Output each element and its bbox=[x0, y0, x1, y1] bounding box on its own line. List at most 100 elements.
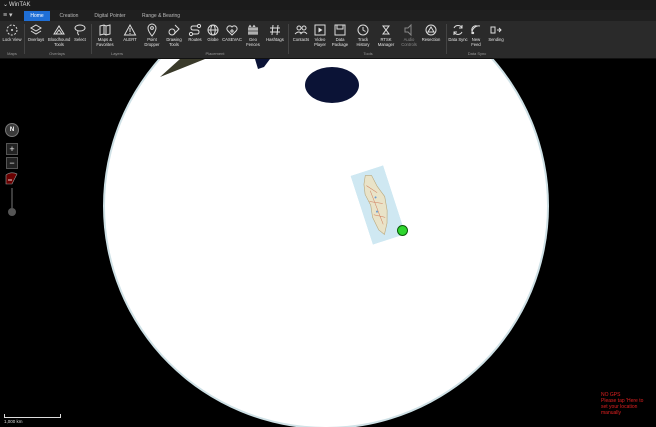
bloodhound-label: Bloodhound Tools bbox=[48, 37, 71, 47]
maps-favorites-button[interactable]: Maps & Favorites bbox=[93, 23, 117, 47]
resection-label: Resection bbox=[421, 37, 441, 42]
video-player-button[interactable]: Video Player bbox=[311, 23, 329, 47]
overlays-button[interactable]: Overlays bbox=[26, 23, 46, 43]
maps-favorites-label: Maps & Favorites bbox=[96, 37, 114, 47]
tab-bar: ≡ ▾ Home Creation Digital Pointer Range … bbox=[0, 10, 656, 21]
audio-icon bbox=[404, 23, 412, 37]
crosshair-icon bbox=[6, 24, 18, 36]
hashtags-label: Hashtags bbox=[266, 37, 284, 42]
data-sync-label: Data Sync bbox=[448, 37, 468, 42]
zoom-in-button[interactable]: + bbox=[6, 143, 18, 155]
hashtags-button[interactable]: Hashtags bbox=[264, 23, 286, 43]
tab-creation[interactable]: Creation bbox=[54, 11, 84, 21]
contacts-icon bbox=[294, 25, 308, 35]
bloodhound-icon bbox=[53, 25, 65, 35]
video-player-label: Video Player bbox=[314, 37, 326, 47]
sync-icon bbox=[453, 25, 463, 35]
track-history-label: Track History bbox=[356, 37, 370, 47]
lasso-icon bbox=[74, 24, 86, 36]
contacts-button[interactable]: Contacts bbox=[290, 23, 312, 43]
geo-fences-label: Geo Fences bbox=[246, 37, 260, 47]
sending-icon bbox=[490, 26, 502, 34]
ribbon-divider bbox=[446, 24, 447, 54]
zoom-slider-icon[interactable] bbox=[7, 188, 17, 218]
audio-controls-label: Audio Controls bbox=[401, 37, 417, 47]
data-sync-button[interactable]: Data Sync bbox=[448, 23, 468, 43]
zoom-out-button[interactable]: − bbox=[6, 157, 18, 169]
data-package-label: Data Package bbox=[331, 37, 349, 47]
land-fragment bbox=[160, 59, 270, 77]
app-title: WinTAK bbox=[9, 2, 31, 8]
rtsk-manager-label: RTSK Manager bbox=[377, 37, 395, 47]
water-body bbox=[305, 67, 359, 103]
ribbon-toolbar: Lock View Maps Overlays Bloodhound Tools… bbox=[0, 21, 656, 59]
rtsk-icon bbox=[382, 25, 390, 35]
data-package-button[interactable]: Data Package bbox=[330, 23, 350, 47]
alert-label: ALERT bbox=[123, 37, 137, 42]
gps-warning[interactable]: NO GPS Please tap 'Here to set your loca… bbox=[601, 392, 643, 416]
drawing-tools-button[interactable]: Drawing Tools bbox=[163, 23, 185, 47]
route-icon bbox=[188, 23, 202, 37]
compass-button[interactable]: N bbox=[5, 123, 19, 137]
ribbon-divider bbox=[288, 24, 289, 54]
map-view[interactable]: N + − 1,000 km NO GPS Please tap 'Here t… bbox=[0, 59, 656, 427]
tab-range-bearing[interactable]: Range & Bearing bbox=[136, 11, 186, 21]
map-pin-icon bbox=[147, 23, 157, 37]
group-label-maps: Maps bbox=[7, 51, 17, 56]
lock-view-button[interactable]: Lock View bbox=[2, 23, 22, 43]
sending-button[interactable]: Sending bbox=[486, 23, 506, 43]
casevac-button[interactable]: CASEVAC bbox=[221, 23, 243, 43]
medical-heart-icon bbox=[226, 25, 238, 36]
rtsk-manager-button[interactable]: RTSK Manager bbox=[374, 23, 398, 47]
resection-button[interactable]: Resection bbox=[420, 23, 442, 43]
hashtag-icon bbox=[270, 24, 280, 36]
package-icon bbox=[334, 24, 346, 36]
select-button[interactable]: Select bbox=[72, 23, 88, 43]
new-feed-button[interactable]: New Feed bbox=[467, 23, 485, 47]
group-label-placement: Placement bbox=[205, 51, 225, 56]
geo-fences-button[interactable]: Geo Fences bbox=[243, 23, 263, 47]
collapse-icon[interactable]: ⌄ bbox=[3, 0, 8, 10]
main-menu-button[interactable]: ≡ ▾ bbox=[3, 11, 17, 20]
bloodhound-tools-button[interactable]: Bloodhound Tools bbox=[48, 23, 70, 47]
point-dropper-label: Point Dropper bbox=[144, 37, 160, 47]
point-dropper-button[interactable]: Point Dropper bbox=[142, 23, 162, 47]
group-label-tools: Tools bbox=[363, 51, 373, 56]
map-book-icon bbox=[99, 24, 111, 36]
tab-home[interactable]: Home bbox=[24, 11, 50, 21]
contacts-label: Contacts bbox=[292, 37, 310, 42]
new-feed-label: New Feed bbox=[471, 37, 481, 47]
tilt-control-icon[interactable] bbox=[5, 172, 19, 186]
layers-icon bbox=[30, 24, 42, 35]
resection-icon bbox=[425, 24, 437, 36]
casevac-label: CASEVAC bbox=[222, 37, 242, 42]
title-bar: ⌄ WinTAK bbox=[0, 0, 656, 10]
gps-warning-line: manually bbox=[601, 410, 622, 416]
overlays-label: Overlays bbox=[27, 37, 45, 42]
drawing-tools-label: Drawing Tools bbox=[166, 37, 182, 47]
group-label-layers: Layers bbox=[110, 51, 123, 56]
scale-label: 1,000 km bbox=[4, 419, 23, 424]
globe-button[interactable]: Globe bbox=[205, 23, 221, 43]
track-icon bbox=[357, 24, 369, 36]
lock-view-label: Lock View bbox=[2, 37, 22, 42]
ribbon-divider bbox=[91, 24, 92, 54]
drawing-icon bbox=[168, 24, 180, 36]
group-label-overlays: Overlays bbox=[49, 51, 65, 56]
self-marker[interactable] bbox=[397, 225, 408, 236]
scale-bar: 1,000 km bbox=[4, 414, 61, 424]
ribbon-divider bbox=[24, 24, 25, 54]
routes-button[interactable]: Routes bbox=[186, 23, 204, 43]
globe-icon bbox=[207, 24, 219, 36]
sending-label: Sending bbox=[488, 37, 504, 42]
globe[interactable] bbox=[105, 59, 547, 427]
track-history-button[interactable]: Track History bbox=[352, 23, 374, 47]
video-icon bbox=[314, 24, 326, 36]
tab-digital-pointer[interactable]: Digital Pointer bbox=[88, 11, 132, 21]
alert-button[interactable]: ALERT bbox=[120, 23, 140, 43]
scale-line bbox=[4, 414, 61, 418]
globe-label: Globe bbox=[207, 37, 219, 42]
warning-icon bbox=[123, 23, 137, 36]
audio-controls-button[interactable]: Audio Controls bbox=[398, 23, 420, 47]
feed-icon bbox=[471, 25, 481, 35]
